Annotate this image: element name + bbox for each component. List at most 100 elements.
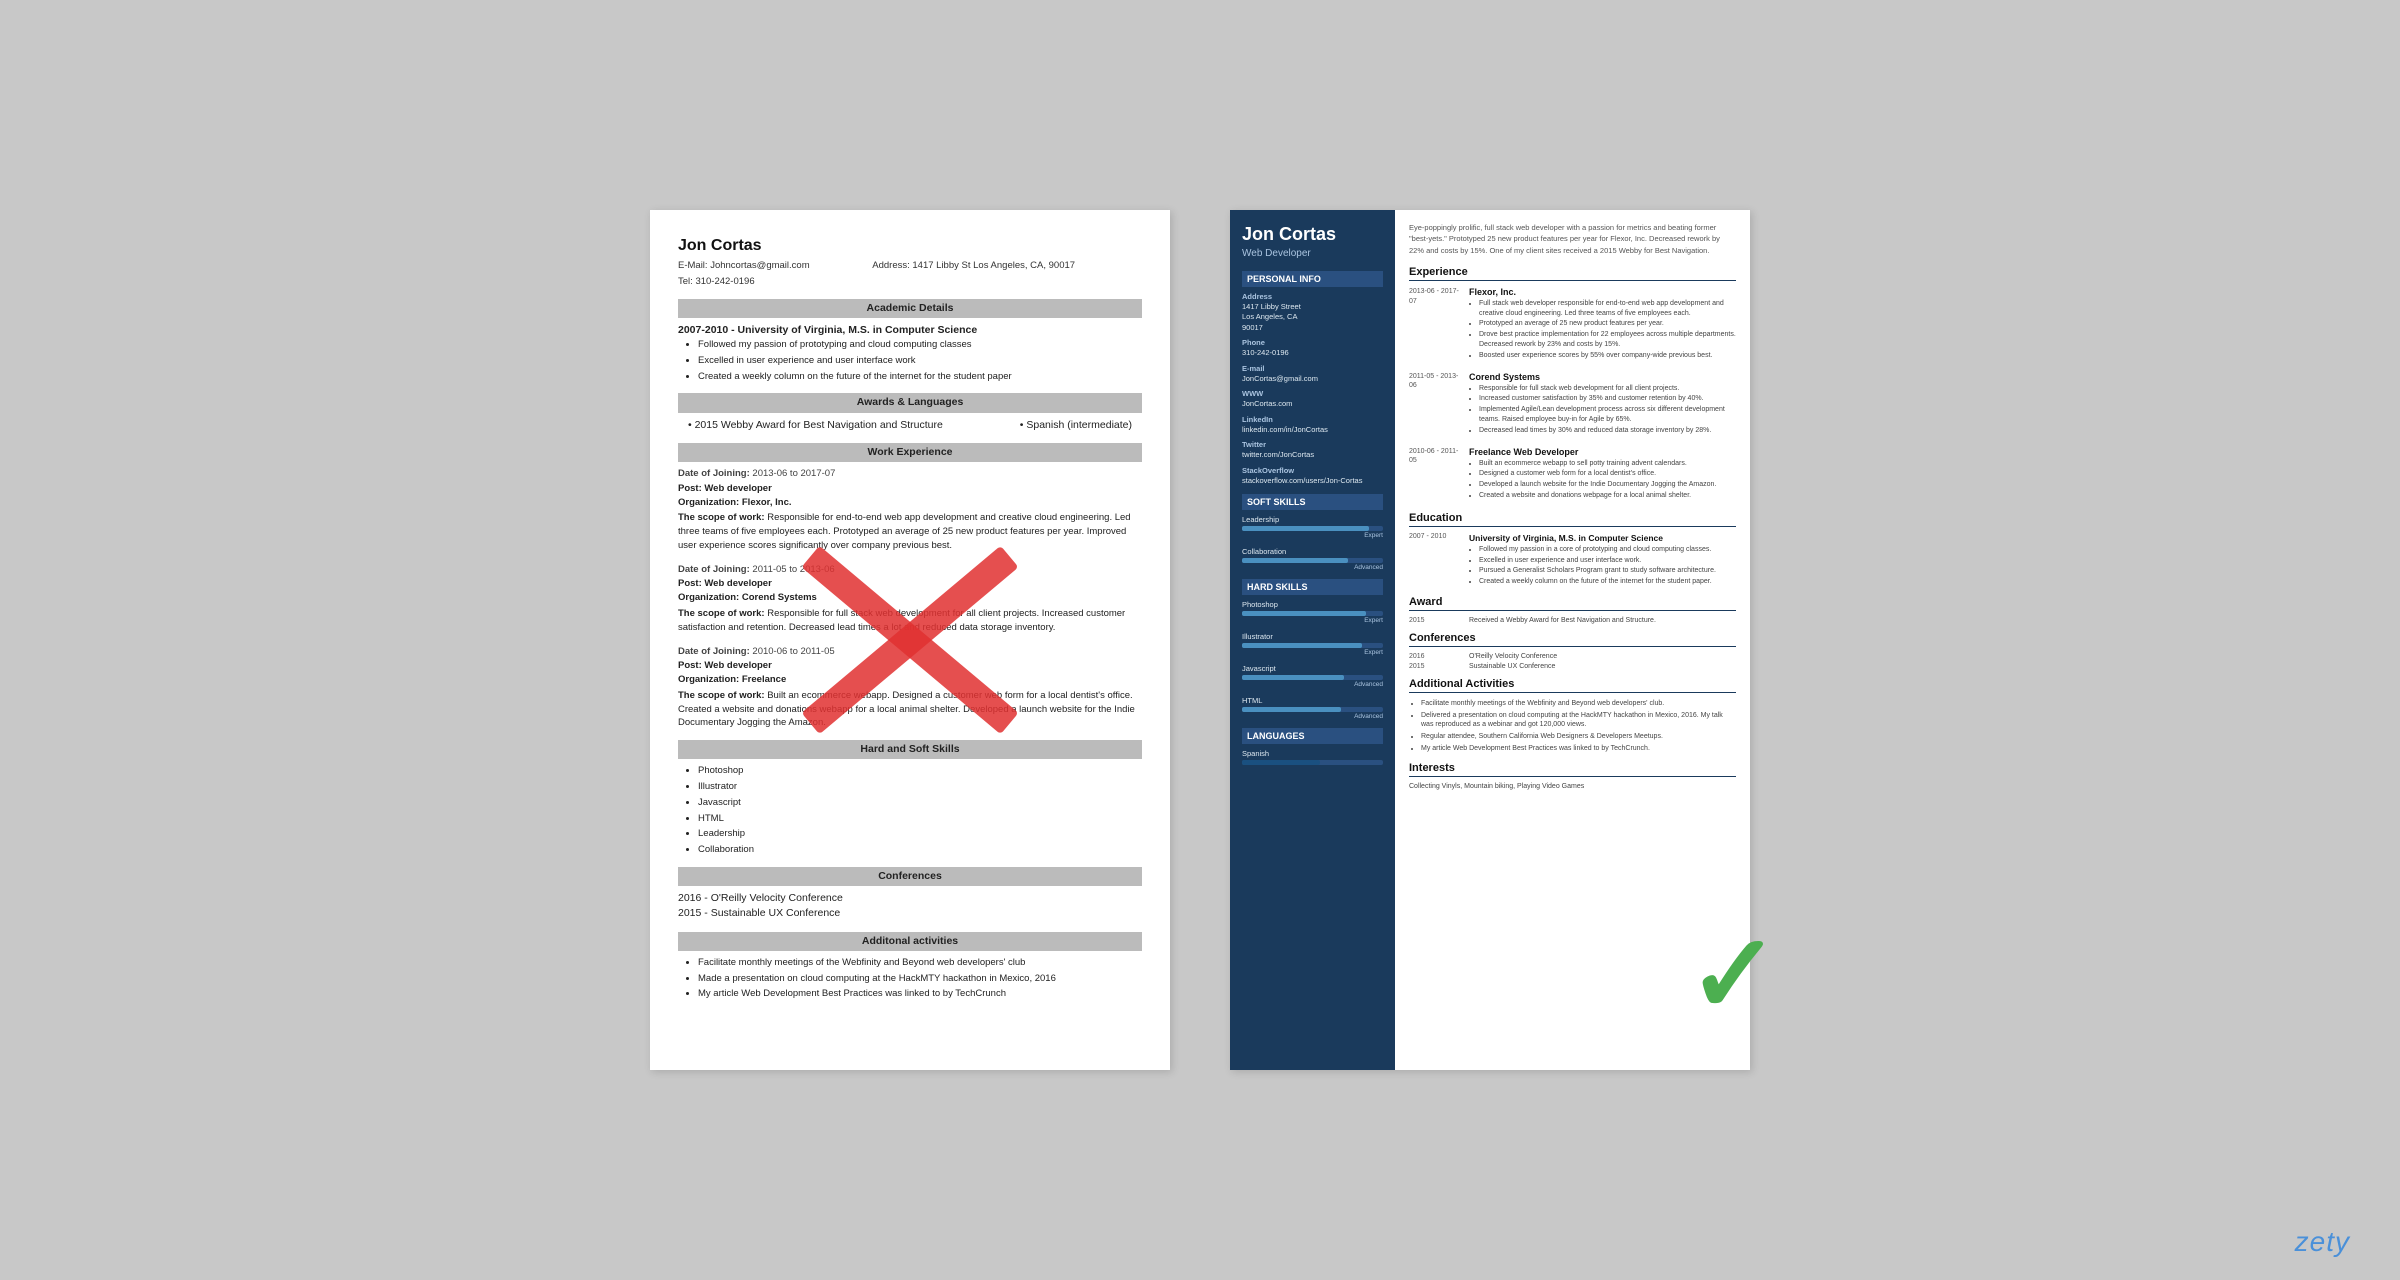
- right-content: Eye-poppingly prolific, full stack web d…: [1395, 210, 1750, 1070]
- academic-header: Academic Details: [678, 299, 1142, 318]
- resume-right: Jon Cortas Web Developer Personal Info A…: [1230, 210, 1750, 1070]
- conf-entry-2: 2015 Sustainable UX Conference: [1409, 663, 1736, 670]
- linkedin-label: LinkedIn: [1242, 415, 1383, 424]
- list-item: Decreased lead times by 30% and reduced …: [1479, 426, 1736, 436]
- interests-text: Collecting Vinyls, Mountain biking, Play…: [1409, 783, 1736, 790]
- interests-title: Interests: [1409, 762, 1736, 777]
- list-item: Full stack web developer responsible for…: [1479, 299, 1736, 319]
- education-section: Education 2007 - 2010 University of Virg…: [1409, 512, 1736, 588]
- left-contact-email: E-Mail: Johncortas@gmail.com Address: 14…: [678, 259, 1142, 273]
- academic-content: 2007-2010 - University of Virginia, M.S.…: [678, 323, 1142, 384]
- list-item: HTML: [698, 812, 1142, 826]
- list-item: Collaboration: [698, 843, 1142, 857]
- stackoverflow-label: StackOverflow: [1242, 466, 1383, 475]
- www-label: WWW: [1242, 389, 1383, 398]
- list-item: Responsible for full stack web developme…: [1479, 384, 1736, 394]
- address-value: 1417 Libby Street Los Angeles, CA 90017: [1242, 302, 1383, 334]
- right-sidebar: Jon Cortas Web Developer Personal Info A…: [1230, 210, 1395, 1070]
- skills-list: Photoshop Illustrator Javascript HTML Le…: [698, 764, 1142, 857]
- exp-entry-2: 2011-05 - 2013-06 Corend Systems Respons…: [1409, 372, 1736, 437]
- list-item: Facilitate monthly meetings of the Webfi…: [698, 956, 1142, 970]
- list-item: Excelled in user experience and user int…: [698, 354, 1142, 368]
- phone-label: Phone: [1242, 338, 1383, 347]
- left-contact-tel: Tel: 310-242-0196: [678, 275, 1142, 289]
- skill-collaboration: Collaboration Advanced: [1242, 547, 1383, 571]
- conferences-title: Conferences: [1409, 632, 1736, 647]
- conf-header: Conferences: [678, 867, 1142, 886]
- list-item: Boosted user experience scores by 55% ov…: [1479, 351, 1736, 361]
- soft-skills-title: Soft Skills: [1242, 494, 1383, 510]
- email-value: JonCortas@gmail.com: [1242, 374, 1383, 385]
- summary: Eye-poppingly prolific, full stack web d…: [1409, 222, 1736, 256]
- experience-section: Experience 2013-06 - 2017-07 Flexor, Inc…: [1409, 266, 1736, 502]
- list-item: Created a weekly column on the future of…: [698, 370, 1142, 384]
- www-value: JonCortas.com: [1242, 399, 1383, 410]
- list-item: Prototyped an average of 25 new product …: [1479, 319, 1736, 329]
- page-wrapper: Jon Cortas E-Mail: Johncortas@gmail.com …: [0, 0, 2400, 1280]
- interests-section: Interests Collecting Vinyls, Mountain bi…: [1409, 762, 1736, 790]
- right-name: Jon Cortas: [1242, 224, 1383, 246]
- exp-entry-3: 2010-06 - 2011-05 Freelance Web Develope…: [1409, 447, 1736, 502]
- skill-illustrator: Illustrator Expert: [1242, 632, 1383, 656]
- skills-header: Hard and Soft Skills: [678, 740, 1142, 759]
- list-item: Created a website and donations webpage …: [1479, 491, 1736, 501]
- skill-photoshop: Photoshop Expert: [1242, 600, 1383, 624]
- list-item: Excelled in user experience and user int…: [1479, 556, 1716, 566]
- list-item: Javascript: [698, 796, 1142, 810]
- lang-spanish: Spanish: [1242, 749, 1383, 765]
- list-item: Delivered a presentation on cloud comput…: [1421, 711, 1736, 731]
- exp-entry-1: 2013-06 - 2017-07 Flexor, Inc. Full stac…: [1409, 287, 1736, 362]
- zety-logo: zety: [2295, 1226, 2350, 1258]
- work-entry-1: Date of Joining: 2013-06 to 2017-07 Post…: [678, 467, 1142, 553]
- email-label: E-mail: [1242, 364, 1383, 373]
- education-title: Education: [1409, 512, 1736, 527]
- award-entry: 2015 Received a Webby Award for Best Nav…: [1409, 617, 1736, 624]
- list-item: Developed a launch website for the Indie…: [1479, 480, 1736, 490]
- languages-title: Languages: [1242, 728, 1383, 744]
- right-title: Web Developer: [1242, 248, 1383, 259]
- academic-bullets: Followed my passion of prototyping and c…: [698, 338, 1142, 383]
- award-title: Award: [1409, 596, 1736, 611]
- edu-entry-1: 2007 - 2010 University of Virginia, M.S.…: [1409, 533, 1736, 588]
- experience-title: Experience: [1409, 266, 1736, 281]
- additional-section: Additional Activities Facilitate monthly…: [1409, 678, 1736, 754]
- work-header: Work Experience: [678, 443, 1142, 462]
- skill-leadership: Leadership Expert: [1242, 515, 1383, 539]
- list-item: Drove best practice implementation for 2…: [1479, 330, 1736, 350]
- list-item: Built an ecommerce webapp to sell potty …: [1479, 459, 1736, 469]
- twitter-value: twitter.com/JonCortas: [1242, 450, 1383, 461]
- work-entry-2: Date of Joining: 2011-05 to 2013-06 Post…: [678, 563, 1142, 635]
- activities-list: Facilitate monthly meetings of the Webfi…: [698, 956, 1142, 1001]
- list-item: Followed my passion in a core of prototy…: [1479, 545, 1716, 555]
- skill-javascript: Javascript Advanced: [1242, 664, 1383, 688]
- awards-row: • 2015 Webby Award for Best Navigation a…: [678, 418, 1142, 433]
- phone-value: 310-242-0196: [1242, 348, 1383, 359]
- activities-header: Additonal activities: [678, 932, 1142, 951]
- list-item: My article Web Development Best Practice…: [1421, 744, 1736, 754]
- conferences-section: Conferences 2016 O'Reilly Velocity Confe…: [1409, 632, 1736, 670]
- list-item: Illustrator: [698, 780, 1142, 794]
- resume-left: Jon Cortas E-Mail: Johncortas@gmail.com …: [650, 210, 1170, 1070]
- list-item: Leadership: [698, 827, 1142, 841]
- list-item: Increased customer satisfaction by 35% a…: [1479, 394, 1736, 404]
- list-item: Designed a customer web form for a local…: [1479, 469, 1736, 479]
- linkedin-value: linkedin.com/in/JonCortas: [1242, 425, 1383, 436]
- list-item: Facilitate monthly meetings of the Webfi…: [1421, 699, 1736, 709]
- award-section: Award 2015 Received a Webby Award for Be…: [1409, 596, 1736, 624]
- left-name: Jon Cortas: [678, 234, 1142, 257]
- language-text: • Spanish (intermediate): [1020, 418, 1132, 433]
- list-item: Created a weekly column on the future of…: [1479, 577, 1716, 587]
- awards-header: Awards & Languages: [678, 393, 1142, 412]
- list-item: Regular attendee, Southern California We…: [1421, 732, 1736, 742]
- award-text: • 2015 Webby Award for Best Navigation a…: [688, 418, 943, 433]
- twitter-label: Twitter: [1242, 440, 1383, 449]
- work-entry-3: Date of Joining: 2010-06 to 2011-05 Post…: [678, 645, 1142, 731]
- address-label: Address: [1242, 292, 1383, 301]
- additional-title: Additional Activities: [1409, 678, 1736, 693]
- list-item: Followed my passion of prototyping and c…: [698, 338, 1142, 352]
- list-item: Photoshop: [698, 764, 1142, 778]
- list-item: My article Web Development Best Practice…: [698, 987, 1142, 1001]
- conf-list: 2016 - O'Reilly Velocity Conference 2015…: [678, 891, 1142, 921]
- skill-html: HTML Advanced: [1242, 696, 1383, 720]
- hard-skills-title: Hard Skills: [1242, 579, 1383, 595]
